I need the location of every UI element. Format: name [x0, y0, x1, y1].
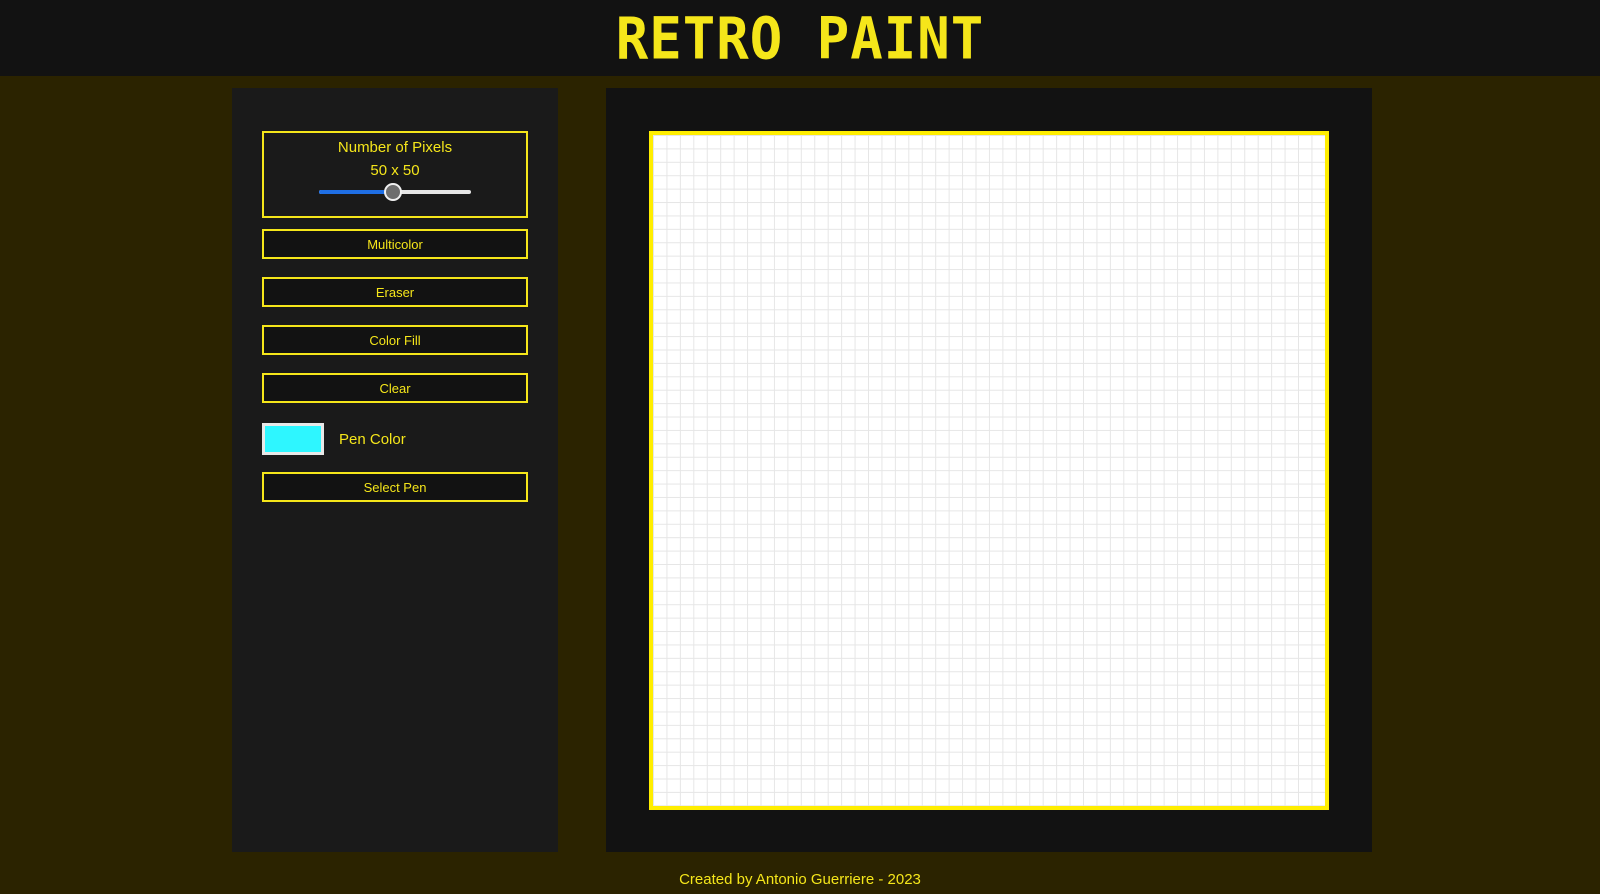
canvas-panel [606, 88, 1372, 852]
pixel-count-label: Number of Pixels [337, 139, 453, 156]
app-title: RETRO PAINT [615, 3, 985, 73]
clear-button[interactable]: Clear [262, 373, 528, 403]
pixel-count-control: Number of Pixels 50 x 50 [262, 131, 528, 218]
slider-fill [319, 190, 394, 194]
footer-credit: Created by Antonio Guerriere - 2023 [679, 871, 921, 888]
select-pen-button[interactable]: Select Pen [262, 472, 528, 502]
multicolor-button[interactable]: Multicolor [262, 229, 528, 259]
pen-color-label: Pen Color [339, 430, 406, 448]
eraser-button[interactable]: Eraser [262, 277, 528, 307]
app-header: RETRO PAINT [0, 0, 1600, 76]
pen-color-swatch[interactable] [262, 423, 324, 455]
tool-sidebar: Number of Pixels 50 x 50 Multicolor Eras… [232, 88, 558, 852]
pen-color-row: Pen Color [262, 423, 406, 455]
pixel-count-value: 50 x 50 [370, 162, 420, 179]
pixel-count-slider[interactable] [319, 183, 471, 201]
drawing-canvas[interactable] [649, 131, 1329, 810]
slider-thumb[interactable] [384, 183, 403, 201]
color-fill-button[interactable]: Color Fill [262, 325, 528, 355]
